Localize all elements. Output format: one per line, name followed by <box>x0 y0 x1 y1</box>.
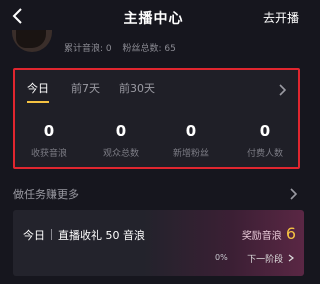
metric-label: 观众总数 <box>102 149 139 159</box>
reward-value: 6 <box>285 224 296 243</box>
tab-today[interactable]: 今日 <box>27 80 49 96</box>
top-nav-bar: 主播中心 去开播 <box>0 0 307 34</box>
divider <box>51 229 52 240</box>
tab-last-30-days[interactable]: 前30天 <box>119 80 155 96</box>
next-stage-label: 下一阶段 <box>247 255 284 265</box>
metric-yinlang-received: 0 收获音浪 <box>15 122 83 159</box>
chevron-right-icon[interactable] <box>278 84 286 96</box>
metric-paying-users: 0 付费人数 <box>231 122 299 159</box>
profile-stats: 累计音浪: 0 粉丝总数: 65 <box>64 41 184 54</box>
task-card[interactable]: 今日 直播收礼 50 音浪 奖励音浪 6 0% 下一阶段 <box>13 210 304 276</box>
chevron-right-icon <box>290 188 297 200</box>
active-tab-indicator <box>27 101 49 103</box>
metric-label: 收获音浪 <box>30 149 67 159</box>
total-yinlang-stat: 累计音浪: 0 <box>64 44 112 54</box>
page-title: 主播中心 <box>123 11 184 27</box>
metric-new-fans: 0 新增粉丝 <box>157 122 225 159</box>
metric-total-viewers: 0 观众总数 <box>87 122 155 159</box>
go-live-button[interactable]: 去开播 <box>263 9 299 26</box>
metric-value: 0 <box>43 122 55 140</box>
metric-label: 新增粉丝 <box>172 149 209 159</box>
metric-value: 0 <box>259 122 271 140</box>
task-progress-text: 0% <box>215 253 228 262</box>
more-tasks-row[interactable]: 做任务赚更多 <box>0 182 307 202</box>
total-fans-stat: 粉丝总数: 65 <box>122 44 176 54</box>
task-description: 直播收礼 50 音浪 <box>58 229 145 242</box>
task-title: 今日 直播收礼 50 音浪 <box>23 227 145 243</box>
metric-value: 0 <box>185 122 197 140</box>
chevron-right-icon <box>288 254 294 262</box>
more-tasks-label: 做任务赚更多 <box>13 188 79 201</box>
next-stage-link[interactable]: 下一阶段 <box>247 252 294 265</box>
task-day: 今日 <box>23 229 45 242</box>
metric-label: 付费人数 <box>246 149 283 159</box>
stats-card: 今日 前7天 前30天 0 收获音浪 0 观众总数 0 新增粉丝 0 付费人数 <box>13 68 300 169</box>
metric-value: 0 <box>115 122 127 140</box>
reward: 奖励音浪 6 <box>242 224 296 243</box>
reward-label: 奖励音浪 <box>241 231 282 242</box>
tab-last-7-days[interactable]: 前7天 <box>71 80 100 96</box>
avatar[interactable] <box>12 30 52 52</box>
